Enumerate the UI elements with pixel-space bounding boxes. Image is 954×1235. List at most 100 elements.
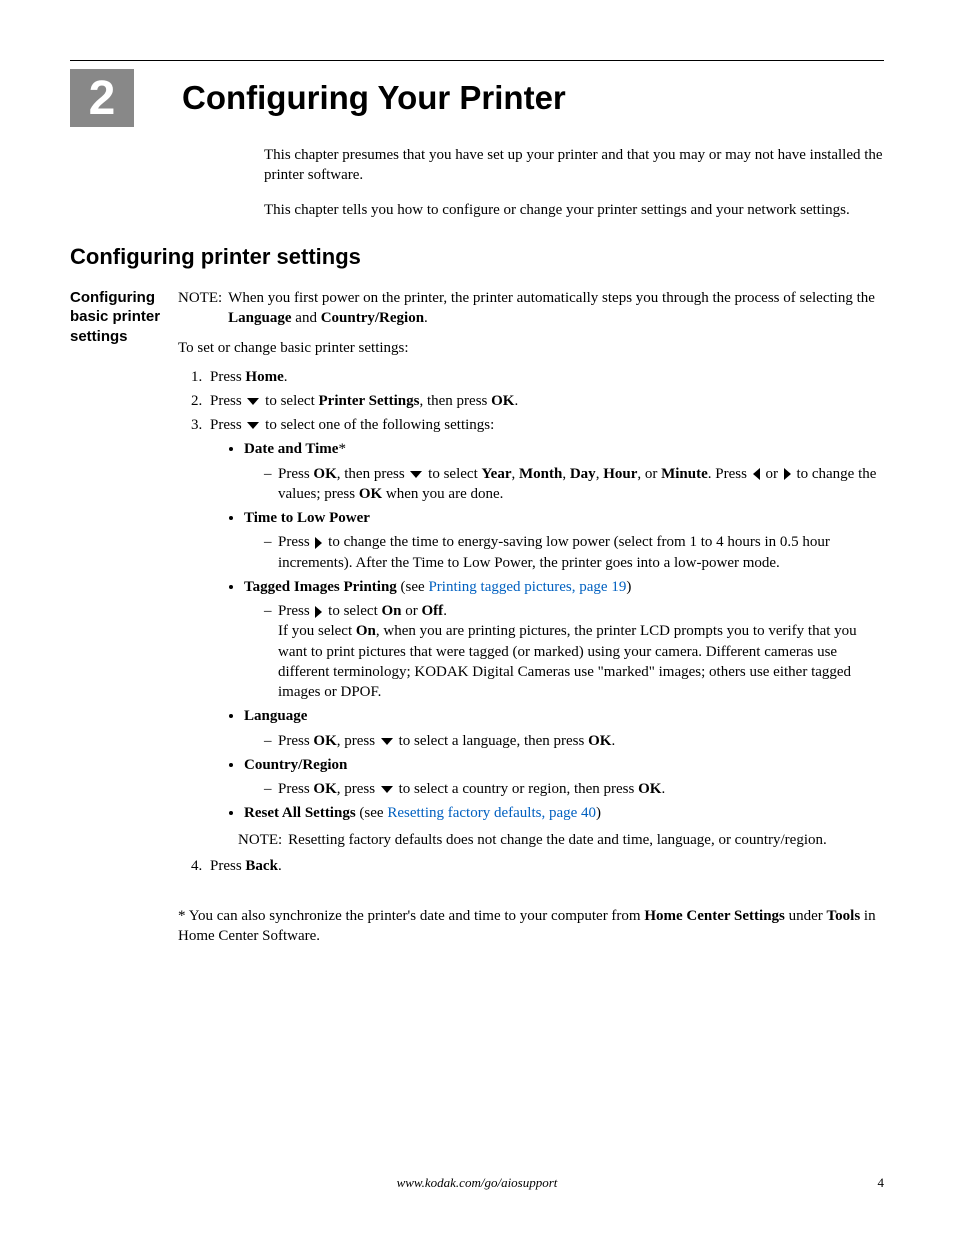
tagged-bold: Tagged Images Printing	[244, 579, 397, 595]
text: .	[514, 393, 518, 409]
text: Press	[278, 466, 313, 482]
text: to select	[261, 393, 318, 409]
ok-bold: OK	[313, 781, 336, 797]
arrow-down-icon	[410, 471, 422, 478]
item-date-time: Date and Time* Press OK, then press to s…	[244, 439, 884, 504]
step-3: Press to select one of the following set…	[206, 415, 884, 850]
text: .	[424, 310, 428, 326]
link-printing-tagged[interactable]: Printing tagged pictures, page 19	[428, 579, 626, 595]
text: .	[443, 603, 447, 619]
low-power-detail: Press to change the time to energy-savin…	[264, 532, 884, 573]
text: to select	[324, 603, 381, 619]
text: to select one of the following settings:	[261, 417, 494, 433]
step-2: Press to select Printer Settings, then p…	[206, 391, 884, 411]
hour-bold: Hour	[603, 466, 637, 482]
text: , press	[337, 781, 379, 797]
text: . Press	[708, 466, 751, 482]
text: Press	[278, 733, 313, 749]
intro-paragraph-1: This chapter presumes that you have set …	[264, 145, 884, 186]
text: Press	[210, 393, 245, 409]
lead-sentence: To set or change basic printer settings:	[178, 338, 884, 358]
steps-list: Press Home. Press to select Printer Sett…	[178, 367, 884, 877]
minute-bold: Minute	[661, 466, 708, 482]
text: )	[596, 805, 601, 821]
step-1: Press Home.	[206, 367, 884, 387]
text: Press	[278, 534, 313, 550]
ok-bold: OK	[313, 466, 336, 482]
text: ,	[512, 466, 520, 482]
text: to select	[424, 466, 481, 482]
language-bold: Language	[228, 310, 291, 326]
arrow-right-icon	[315, 537, 322, 549]
text: )	[626, 579, 631, 595]
country-bold: Country/Region	[321, 310, 424, 326]
text: when you are done.	[382, 486, 503, 502]
item-tagged: Tagged Images Printing (see Printing tag…	[244, 577, 884, 703]
footer-url: www.kodak.com/go/aiosupport	[397, 1175, 558, 1191]
text: and	[292, 310, 321, 326]
section-heading: Configuring printer settings	[70, 244, 884, 270]
printer-settings-bold: Printer Settings	[319, 393, 420, 409]
arrow-right-icon	[784, 468, 791, 480]
text: (see	[397, 579, 429, 595]
date-time-detail: Press OK, then press to select Year, Mon…	[264, 464, 884, 505]
on-bold: On	[356, 623, 376, 639]
text: .	[611, 733, 615, 749]
arrow-down-icon	[247, 422, 259, 429]
item-low-power: Time to Low Power Press to change the ti…	[244, 508, 884, 573]
text: or	[402, 603, 422, 619]
text: to select a language, then press	[395, 733, 588, 749]
ok-bold: OK	[588, 733, 611, 749]
text: , then press	[419, 393, 491, 409]
back-bold: Back	[245, 858, 278, 874]
country-detail: Press OK, press to select a country or r…	[264, 779, 884, 799]
chapter-number-box: 2	[70, 69, 134, 127]
ok-bold: OK	[638, 781, 661, 797]
step-4: Press Back.	[206, 856, 884, 876]
arrow-right-icon	[315, 606, 322, 618]
text: If you select	[278, 623, 356, 639]
intro-paragraph-2: This chapter tells you how to configure …	[264, 200, 884, 220]
body-column: NOTE: When you first power on the printe…	[178, 288, 884, 955]
arrow-down-icon	[381, 786, 393, 793]
page-footer: www.kodak.com/go/aiosupport 4	[70, 1175, 884, 1191]
text: Press	[210, 417, 245, 433]
home-center-settings-bold: Home Center Settings	[644, 908, 785, 924]
link-resetting-defaults[interactable]: Resetting factory defaults, page 40	[387, 805, 596, 821]
text: .	[661, 781, 665, 797]
text: , or	[637, 466, 661, 482]
text: .	[278, 858, 282, 874]
home-bold: Home	[245, 369, 283, 385]
note-text: Resetting factory defaults does not chan…	[288, 830, 884, 850]
arrow-down-icon	[381, 738, 393, 745]
star: *	[178, 908, 186, 924]
sidehead: Configuring basic printer settings	[70, 288, 178, 347]
text: to select a country or region, then pres…	[395, 781, 638, 797]
text: ,	[562, 466, 570, 482]
text: Press	[278, 781, 313, 797]
arrow-left-icon	[753, 468, 760, 480]
item-country: Country/Region Press OK, press to select…	[244, 755, 884, 800]
text: Press	[210, 369, 245, 385]
country-bold: Country/Region	[244, 757, 347, 773]
footnote: * You can also synchronize the printer's…	[178, 906, 884, 947]
text: Press	[278, 603, 313, 619]
note-label: NOTE:	[178, 288, 228, 329]
ok-bold: OK	[359, 486, 382, 502]
low-power-bold: Time to Low Power	[244, 510, 370, 526]
text: Press	[210, 858, 245, 874]
note-power-on: NOTE: When you first power on the printe…	[178, 288, 884, 329]
tagged-detail: Press to select On or Off. If you select…	[264, 601, 884, 702]
item-reset: Reset All Settings (see Resetting factor…	[244, 803, 884, 823]
month-bold: Month	[519, 466, 562, 482]
arrow-down-icon	[247, 398, 259, 405]
footer-page-number: 4	[878, 1175, 885, 1191]
text: or	[762, 466, 782, 482]
day-bold: Day	[570, 466, 596, 482]
star: *	[338, 441, 346, 457]
text: to change the time to energy-saving low …	[278, 534, 830, 570]
text: under	[785, 908, 827, 924]
item-language: Language Press OK, press to select a lan…	[244, 706, 884, 751]
on-bold: On	[382, 603, 402, 619]
language-bold: Language	[244, 708, 307, 724]
